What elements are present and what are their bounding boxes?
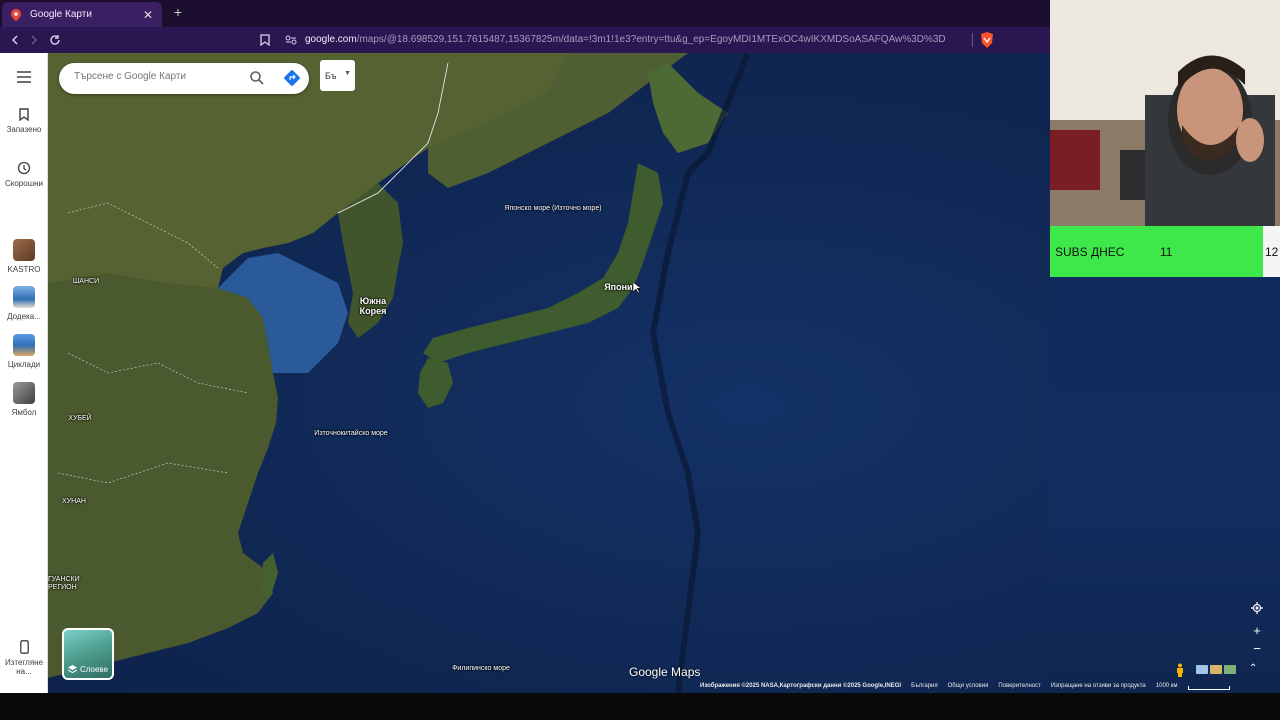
- place-thumbnail: [13, 239, 35, 261]
- webcam-overlay: [1050, 0, 1280, 226]
- url-host: google.com: [305, 34, 357, 45]
- expand-up-icon[interactable]: ⌃: [1249, 663, 1257, 674]
- map-label-east-china-sea: Източнокитайско море: [314, 430, 388, 437]
- caret-down-icon: ▼: [344, 70, 351, 77]
- imagery-thumb-icon: [1224, 665, 1236, 674]
- address-bar[interactable]: google.com/maps/@18.698529,151.7615487,1…: [305, 34, 945, 45]
- map-label-philippine-sea: Филипинско море: [452, 665, 510, 672]
- recent-place-kastro[interactable]: KASTRO: [0, 239, 48, 274]
- screen-bottom-bar: [0, 693, 1280, 720]
- forward-icon[interactable]: [24, 30, 44, 50]
- place-label: Додека...: [7, 312, 41, 321]
- maps-sidebar: Запазено Скорошни KASTRO Додека... Цикла…: [0, 53, 48, 693]
- new-tab-button[interactable]: +: [170, 4, 186, 20]
- place-label: Ямбол: [11, 408, 37, 417]
- imagery-thumb-icon: [1210, 665, 1222, 674]
- subs-label: SUBS ДНЕС: [1055, 245, 1125, 259]
- map-label-sea-of-japan: Японско море (Източно море): [504, 205, 602, 212]
- recent-place-yambol[interactable]: Ямбол: [0, 382, 48, 417]
- webcam-video: [1050, 0, 1280, 226]
- map-imagery: [48, 53, 751, 693]
- subs-goal: 12: [1265, 245, 1279, 259]
- place-label: KASTRO: [7, 265, 41, 274]
- place-thumbnail: [13, 382, 35, 404]
- layers-label: Слоеве: [80, 665, 109, 674]
- zoom-in-icon[interactable]: +: [1247, 621, 1267, 639]
- layers-button[interactable]: Слоеве: [62, 628, 114, 680]
- history-icon: [17, 161, 31, 175]
- map-label-hubei: ХУБЕЙ: [68, 415, 92, 422]
- tab-title: Google Карти: [30, 9, 92, 20]
- browser-window: Google Карти ✕ + google.com/maps/@18.698…: [0, 0, 1280, 720]
- bookmark-icon: [19, 108, 29, 121]
- satellite-map-ocean[interactable]: [1050, 277, 1280, 693]
- map-label-hunan: ХУНАН: [62, 498, 86, 505]
- search-input[interactable]: [74, 71, 244, 82]
- toolbar-divider: [972, 33, 973, 47]
- pegman-icon[interactable]: [1175, 663, 1185, 677]
- recent-place-dodecanese[interactable]: Додека...: [0, 286, 48, 321]
- recent-button[interactable]: Скорошни: [0, 161, 48, 188]
- download-app-button[interactable]: Изтегляне на...: [0, 640, 48, 676]
- site-info-icon[interactable]: [281, 30, 301, 50]
- directions-icon[interactable]: [283, 69, 301, 87]
- layer-toggle-button[interactable]: Бъ ▼: [320, 60, 355, 91]
- recent-label: Скорошни: [4, 179, 44, 188]
- url-path: /maps/@18.698529,151.7615487,15367825m/d…: [356, 34, 945, 45]
- imagery-icons[interactable]: [1196, 665, 1236, 674]
- brave-shield-icon[interactable]: [980, 32, 994, 48]
- mouse-cursor-icon: [633, 282, 641, 294]
- back-icon[interactable]: [5, 30, 25, 50]
- download-label: Изтегляне на...: [4, 658, 44, 676]
- my-location-icon[interactable]: [1247, 599, 1267, 617]
- saved-button[interactable]: Запазено: [0, 108, 48, 134]
- tab-strip: Google Карти ✕ +: [0, 0, 1050, 27]
- search-icon[interactable]: [249, 70, 265, 86]
- satellite-map[interactable]: Японско море (Източно море) Япония Южна …: [48, 53, 1050, 693]
- browser-toolbar: google.com/maps/@18.698529,151.7615487,1…: [0, 27, 1050, 53]
- place-thumbnail: [13, 286, 35, 308]
- subs-count: 11: [1160, 245, 1173, 259]
- map-label-south-korea: Южна Корея: [359, 296, 387, 316]
- place-thumbnail: [13, 334, 35, 356]
- saved-label: Запазено: [6, 125, 42, 134]
- scale-bar: [1187, 686, 1230, 690]
- map-label-shanxi: ШАНСИ: [72, 278, 100, 285]
- phone-icon: [19, 640, 29, 654]
- maps-pin-icon: [10, 8, 22, 21]
- search-box: [59, 63, 309, 94]
- subs-counter: SUBS ДНЕС 11: [1050, 226, 1280, 277]
- google-maps-logo: Google Maps: [629, 665, 701, 679]
- map-label-guangxi: ГУАНСКИ РЕГИОН: [48, 576, 80, 591]
- zoom-out-icon[interactable]: −: [1247, 639, 1267, 657]
- tab-google-maps[interactable]: Google Карти ✕: [2, 2, 162, 27]
- reload-icon[interactable]: [45, 30, 65, 50]
- layers-label-group: Слоеве: [68, 665, 108, 674]
- layers-icon: [68, 665, 77, 674]
- recent-place-cyclades[interactable]: Циклади: [0, 334, 48, 369]
- menu-button[interactable]: [0, 71, 48, 83]
- place-label: Циклади: [7, 360, 41, 369]
- tab-close-icon[interactable]: ✕: [142, 8, 154, 22]
- imagery-thumb-icon: [1196, 665, 1208, 674]
- layer-toggle-label: Бъ: [325, 70, 337, 81]
- bookmark-icon[interactable]: [255, 30, 275, 50]
- hamburger-icon: [17, 71, 31, 83]
